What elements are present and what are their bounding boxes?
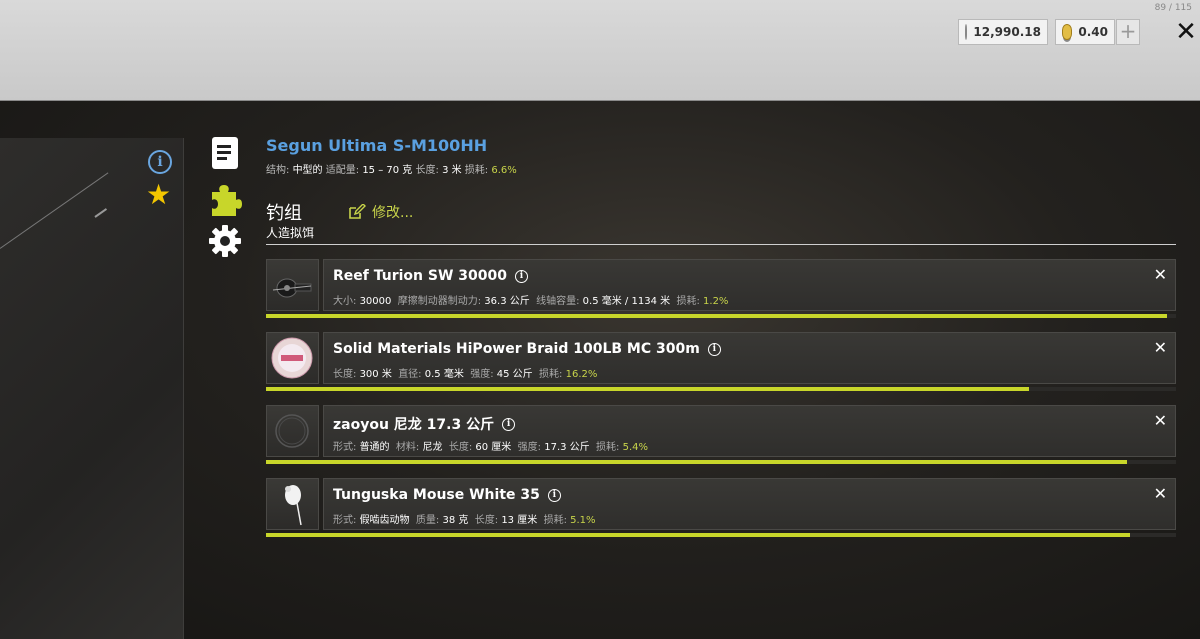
item-name: Reef Turion SW 30000 [333,268,507,284]
condition-bar [266,314,1176,318]
info-icon[interactable]: i [148,150,172,174]
remove-item-close-icon[interactable]: ✕ [1154,265,1167,284]
rig-subtitle: 人造拟饵 [266,226,315,240]
item-name: Tunguska Mouse White 35 [333,487,540,503]
leader-thumbnail [266,405,319,457]
add-currency-button[interactable]: + [1116,19,1140,45]
item-info-icon[interactable]: i [707,342,721,356]
silver-balance: 12,990.18 [958,19,1048,45]
edit-rig-button[interactable]: 修改... [348,202,413,222]
corner-counter: 89 / 115 [1154,3,1192,13]
gold-coin-icon [1062,24,1073,40]
item-name: Solid Materials HiPower Braid 100LB MC 3… [333,341,700,357]
rod-preview-panel [0,138,184,639]
item-stats: 形式: 普通的 材料: 尼龙 长度: 60 厘米 强度: 17.3 公斤 损耗:… [333,442,649,453]
edit-label: 修改... [372,205,414,221]
item-info-icon[interactable]: i [547,488,561,502]
document-icon[interactable] [212,137,238,169]
item-name: zaoyou 尼龙 17.3 公斤 [333,417,495,433]
rod-title: Segun Ultima S-M100HH [266,136,488,155]
condition-fill [266,533,1130,537]
remove-item-close-icon[interactable]: ✕ [1154,411,1167,430]
item-stats: 形式: 假啮齿动物 质量: 38 克 长度: 13 厘米 损耗: 5.1% [333,515,596,526]
item-stats: 大小: 30000 摩擦制动器制动力: 36.3 公斤 线轴容量: 0.5 毫米… [333,296,729,307]
condition-fill [266,460,1127,464]
line-thumbnail [266,332,319,384]
item-stats: 长度: 300 米 直径: 0.5 毫米 强度: 45 公斤 损耗: 16.2% [333,369,598,380]
tackle-item-leader[interactable]: zaoyou 尼龙 17.3 公斤 i 形式: 普通的 材料: 尼龙 长度: 6… [266,405,1176,464]
condition-fill [266,387,1029,391]
condition-bar [266,533,1176,537]
rod-preview-tip [94,208,108,218]
close-icon[interactable]: ✕ [1172,18,1200,46]
condition-bar [266,460,1176,464]
condition-fill [266,314,1167,318]
tackle-item-lure[interactable]: Tunguska Mouse White 35 i 形式: 假啮齿动物 质量: … [266,478,1176,537]
silver-coin-icon [965,24,968,40]
reel-image-icon [272,278,312,298]
reel-thumbnail [266,259,319,311]
gold-balance: 0.40 [1055,19,1115,45]
leader-coil-icon [275,414,309,448]
leader-card: zaoyou 尼龙 17.3 公斤 i 形式: 普通的 材料: 尼龙 长度: 6… [323,405,1176,457]
silver-amount: 12,990.18 [973,25,1041,39]
tackle-item-line[interactable]: Solid Materials HiPower Braid 100LB MC 3… [266,332,1176,391]
edit-icon [349,204,366,219]
gear-icon[interactable] [208,224,242,258]
top-bar: 89 / 115 12,990.18 0.40 + ✕ [0,0,1200,101]
line-card: Solid Materials HiPower Braid 100LB MC 3… [323,332,1176,384]
line-spool-icon [271,337,313,379]
section-divider [266,244,1176,245]
mouse-lure-icon [285,485,302,526]
tackle-item-reel[interactable]: Reef Turion SW 30000 i 大小: 30000 摩擦制动器制动… [266,259,1176,318]
favorite-star-icon[interactable]: ★ [146,180,171,210]
item-info-icon[interactable]: i [502,417,516,431]
lure-thumbnail [266,478,319,530]
rig-title: 钓组 [266,203,302,224]
condition-bar [266,387,1176,391]
item-info-icon[interactable]: i [514,269,528,283]
reel-card: Reef Turion SW 30000 i 大小: 30000 摩擦制动器制动… [323,259,1176,311]
puzzle-icon[interactable] [208,182,242,216]
gold-amount: 0.40 [1078,25,1108,39]
remove-item-close-icon[interactable]: ✕ [1154,338,1167,357]
remove-item-close-icon[interactable]: ✕ [1154,484,1167,503]
rod-preview-line [0,172,109,249]
rod-stats: 结构: 中型的 适配量: 15 – 70 克 长度: 3 米 损耗: 6.6% [266,165,517,176]
lure-card: Tunguska Mouse White 35 i 形式: 假啮齿动物 质量: … [323,478,1176,530]
